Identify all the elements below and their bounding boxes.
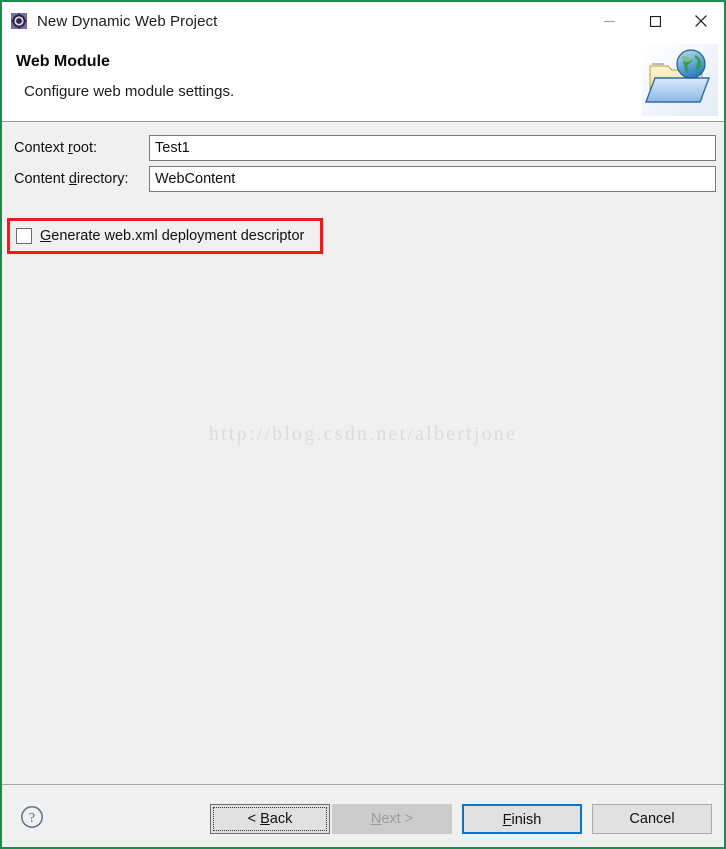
- folder-with-globe-icon: [642, 44, 718, 116]
- eclipse-project-gear-icon: [11, 13, 27, 29]
- svg-text:?: ?: [29, 811, 35, 826]
- minimize-button[interactable]: [586, 2, 632, 40]
- page-description: Configure web module settings.: [24, 83, 235, 100]
- window-title: New Dynamic Web Project: [37, 12, 218, 30]
- maximize-button[interactable]: [632, 2, 678, 40]
- context-root-row: Context root:: [14, 135, 716, 161]
- finish-button[interactable]: Finish: [462, 804, 582, 834]
- generate-webxml-label: Generate web.xml deployment descriptor: [40, 228, 305, 244]
- close-icon: [695, 15, 707, 27]
- content-directory-row: Content directory:: [14, 166, 716, 192]
- close-button[interactable]: [678, 2, 724, 40]
- wizard-body: Context root: Content directory: Generat…: [2, 123, 724, 784]
- next-button[interactable]: Next >: [332, 804, 452, 834]
- context-root-input[interactable]: [149, 135, 716, 161]
- cancel-button[interactable]: Cancel: [592, 804, 712, 834]
- wizard-header: Web Module Configure web module settings…: [2, 40, 724, 122]
- back-button[interactable]: < Back: [210, 804, 330, 834]
- new-dynamic-web-project-dialog: New Dynamic Web Project Web Module Confi…: [0, 0, 726, 849]
- watermark-text: http://blog.csdn.net/albertjone: [208, 423, 518, 445]
- page-title: Web Module: [16, 53, 110, 70]
- content-directory-label: Content directory:: [14, 171, 129, 187]
- window-controls: [586, 2, 724, 40]
- generate-webxml-checkbox[interactable]: [16, 228, 32, 244]
- minimize-icon: [603, 20, 615, 22]
- generate-webxml-checkbox-row[interactable]: Generate web.xml deployment descriptor: [16, 226, 304, 246]
- maximize-icon: [649, 15, 661, 27]
- question-mark-help-icon[interactable]: ?: [20, 805, 44, 829]
- content-directory-input[interactable]: [149, 166, 716, 192]
- dialog-footer: ? < Back Next > Finish Cancel: [2, 784, 724, 847]
- title-bar: New Dynamic Web Project: [2, 2, 724, 40]
- context-root-label: Context root:: [14, 140, 98, 156]
